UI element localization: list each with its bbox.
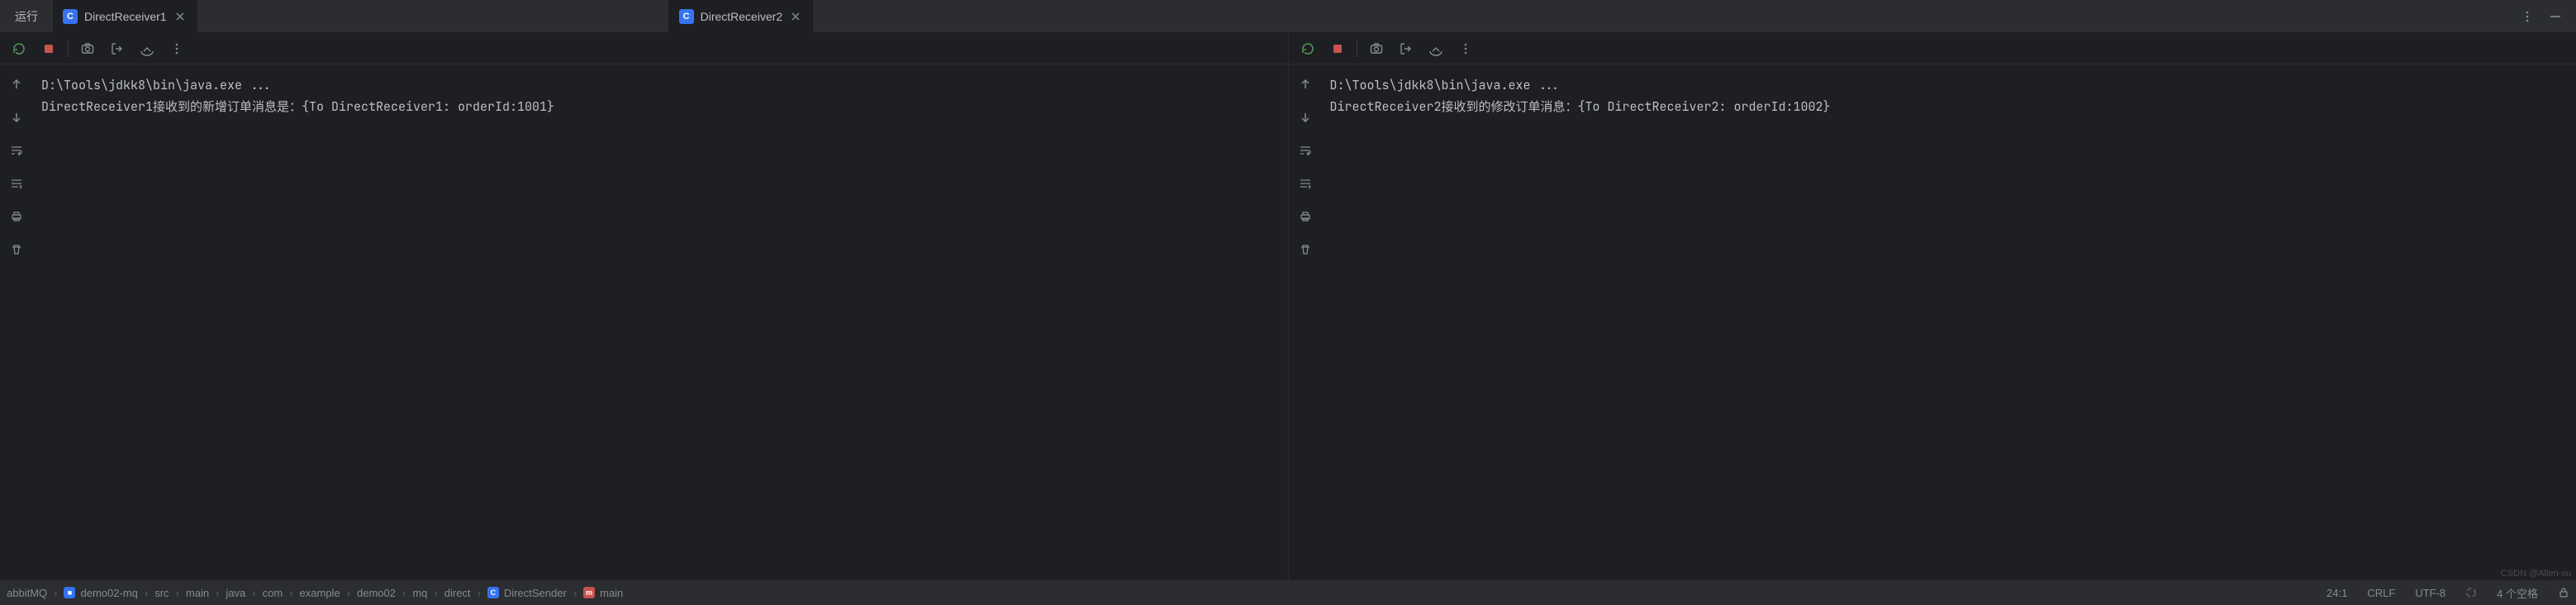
- tab-spacer-left: [197, 0, 668, 32]
- chevron-right-icon: ›: [434, 587, 437, 599]
- more-icon[interactable]: [1455, 38, 1476, 60]
- dump-icon[interactable]: [1425, 38, 1447, 60]
- loading-icon: [2465, 587, 2477, 598]
- minimize-icon[interactable]: [2545, 6, 2566, 27]
- console-line: DirectReceiver1接收到的新增订单消息是：{To DirectRec…: [41, 98, 554, 115]
- chevron-right-icon: ›: [252, 587, 255, 599]
- bc-folder[interactable]: mq: [412, 587, 427, 599]
- chevron-right-icon: ›: [54, 587, 57, 599]
- soft-wrap-icon[interactable]: [5, 139, 28, 162]
- bc-folder[interactable]: com: [263, 587, 283, 599]
- chevron-right-icon: ›: [289, 587, 292, 599]
- tab-bar-controls: [2517, 0, 2576, 32]
- bc-label: DirectSender: [504, 587, 567, 599]
- bc-module[interactable]: ■ demo02-mq: [64, 587, 137, 599]
- bc-label: main: [600, 587, 623, 599]
- lock-icon[interactable]: [2558, 587, 2569, 598]
- main-split: D:\Tools\jdkk8\bin\java.exe ... DirectRe…: [0, 33, 2576, 580]
- rerun-icon[interactable]: [1297, 38, 1319, 60]
- scroll-to-end-icon[interactable]: [1294, 172, 1317, 195]
- chevron-right-icon: ›: [402, 587, 406, 599]
- run-tool-label: 运行: [0, 0, 53, 32]
- bc-folder[interactable]: demo02: [357, 587, 396, 599]
- soft-wrap-icon[interactable]: [1294, 139, 1317, 162]
- left-body: D:\Tools\jdkk8\bin\java.exe ... DirectRe…: [0, 64, 1288, 580]
- trash-icon[interactable]: [1294, 238, 1317, 261]
- bc-folder[interactable]: direct: [444, 587, 471, 599]
- scroll-down-icon[interactable]: [1294, 106, 1317, 129]
- bc-class[interactable]: C DirectSender: [487, 587, 567, 599]
- left-toolbar: [0, 33, 1288, 64]
- module-icon: ■: [64, 587, 75, 598]
- console-left[interactable]: D:\Tools\jdkk8\bin\java.exe ... DirectRe…: [33, 64, 1288, 580]
- class-icon: C: [487, 587, 499, 598]
- right-toolbar: [1289, 33, 2576, 64]
- close-icon[interactable]: [173, 10, 187, 23]
- more-icon[interactable]: [166, 38, 188, 60]
- right-body: D:\Tools\jdkk8\bin\java.exe ... DirectRe…: [1289, 64, 2576, 580]
- class-icon: C: [63, 9, 78, 24]
- console-line: D:\Tools\jdkk8\bin\java.exe ...: [1330, 77, 1561, 93]
- scroll-up-icon[interactable]: [5, 73, 28, 96]
- scroll-up-icon[interactable]: [1294, 73, 1317, 96]
- stop-icon[interactable]: [38, 38, 59, 60]
- bc-folder[interactable]: main: [186, 587, 209, 599]
- scroll-down-icon[interactable]: [5, 106, 28, 129]
- run-tab-2[interactable]: C DirectReceiver2: [668, 0, 814, 32]
- screenshot-icon[interactable]: [77, 38, 98, 60]
- chevron-right-icon: ›: [145, 587, 148, 599]
- chevron-right-icon: ›: [216, 587, 219, 599]
- chevron-right-icon: ›: [347, 587, 350, 599]
- screenshot-icon[interactable]: [1366, 38, 1387, 60]
- close-icon[interactable]: [789, 10, 802, 23]
- method-icon: m: [583, 587, 595, 598]
- stop-icon[interactable]: [1327, 38, 1348, 60]
- more-icon[interactable]: [2517, 6, 2538, 27]
- breadcrumb: abbitMQ › ■ demo02-mq › src › main › jav…: [7, 587, 2322, 599]
- class-icon: C: [679, 9, 694, 24]
- pane-right: D:\Tools\jdkk8\bin\java.exe ... DirectRe…: [1289, 33, 2576, 580]
- bc-label: demo02-mq: [80, 587, 137, 599]
- caret-position[interactable]: 24:1: [2326, 587, 2347, 599]
- bc-root[interactable]: abbitMQ: [7, 587, 47, 599]
- run-tab-bar: 运行 C DirectReceiver1 C DirectReceiver2: [0, 0, 2576, 33]
- exit-icon[interactable]: [107, 38, 128, 60]
- divider: [68, 40, 69, 57]
- dump-icon[interactable]: [136, 38, 158, 60]
- status-bar: abbitMQ › ■ demo02-mq › src › main › jav…: [0, 580, 2576, 605]
- indent-status[interactable]: 4 个空格: [2497, 585, 2538, 601]
- scroll-to-end-icon[interactable]: [5, 172, 28, 195]
- pane-left: D:\Tools\jdkk8\bin\java.exe ... DirectRe…: [0, 33, 1289, 580]
- console-line: DirectReceiver2接收到的修改订单消息：{To DirectRece…: [1330, 98, 1831, 115]
- print-icon[interactable]: [1294, 205, 1317, 228]
- chevron-right-icon: ›: [478, 587, 481, 599]
- console-right[interactable]: D:\Tools\jdkk8\bin\java.exe ... DirectRe…: [1322, 64, 2576, 580]
- print-icon[interactable]: [5, 205, 28, 228]
- tab-label: DirectReceiver1: [84, 10, 167, 23]
- bc-folder[interactable]: example: [300, 587, 340, 599]
- exit-icon[interactable]: [1395, 38, 1417, 60]
- tab-label: DirectReceiver2: [701, 10, 783, 23]
- bc-method[interactable]: m main: [583, 587, 623, 599]
- rerun-icon[interactable]: [8, 38, 30, 60]
- left-gutter: [0, 64, 33, 580]
- chevron-right-icon: ›: [176, 587, 179, 599]
- line-separator[interactable]: CRLF: [2367, 587, 2395, 599]
- watermark: CSDN @Allen-xu: [2501, 569, 2571, 579]
- right-gutter: [1289, 64, 1322, 580]
- bc-folder[interactable]: java: [226, 587, 245, 599]
- tab-spacer-right: [813, 0, 2517, 32]
- status-right: 24:1 CRLF UTF-8 4 个空格: [2326, 585, 2569, 601]
- trash-icon[interactable]: [5, 238, 28, 261]
- chevron-right-icon: ›: [573, 587, 577, 599]
- run-tab-1[interactable]: C DirectReceiver1: [53, 0, 197, 32]
- console-line: D:\Tools\jdkk8\bin\java.exe ...: [41, 77, 272, 93]
- file-encoding[interactable]: UTF-8: [2415, 587, 2445, 599]
- bc-folder[interactable]: src: [154, 587, 169, 599]
